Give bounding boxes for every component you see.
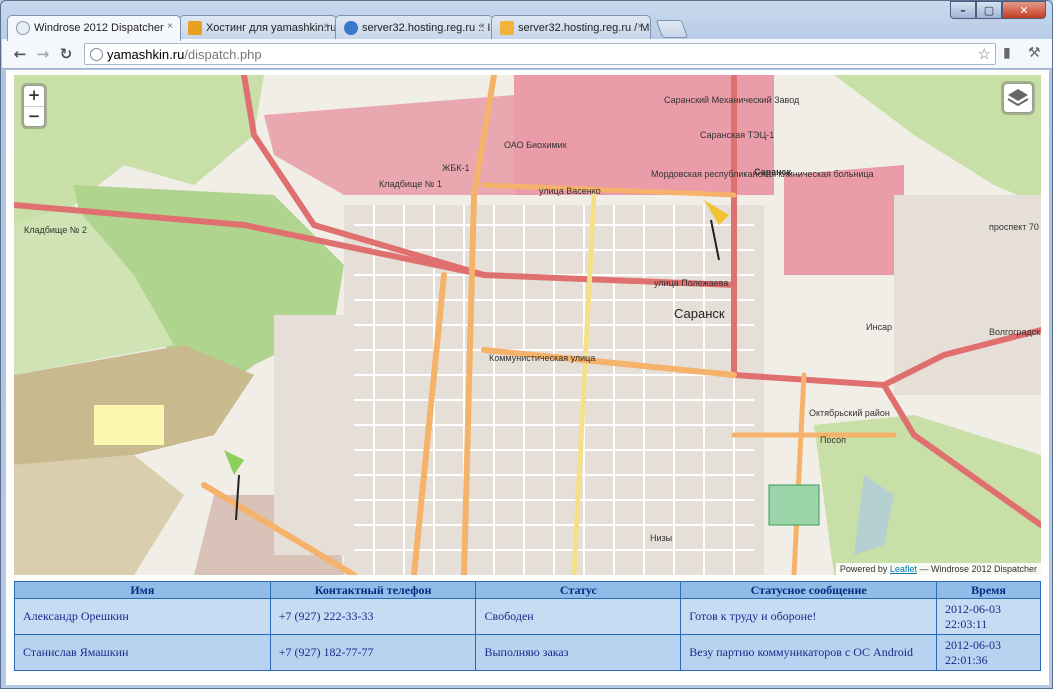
map-label: Кладбище № 1 bbox=[379, 179, 442, 189]
reload-icon[interactable]: ↻ bbox=[56, 44, 76, 64]
tab-hosting[interactable]: Хостинг для yamashkin.ru - × bbox=[179, 15, 337, 40]
map-label: улица Полежаева bbox=[654, 278, 729, 288]
map-label: ЖБК-1 bbox=[442, 163, 470, 173]
driver-name: Александр Орешкин bbox=[14, 598, 271, 635]
map-label: Саранская ТЭЦ-1 bbox=[700, 130, 775, 140]
table-row[interactable]: Станислав Ямашкин +7 (927) 182-77-77 Вып… bbox=[14, 634, 1041, 671]
isp-icon bbox=[344, 21, 358, 35]
map-label: Низы bbox=[650, 533, 673, 543]
tab-isp[interactable]: server32.hosting.reg.ru :: ISP × bbox=[335, 15, 493, 40]
map-label: Посоп bbox=[820, 435, 846, 445]
map-label: Инсар bbox=[866, 322, 892, 332]
map-label: Октябрьский район bbox=[809, 408, 890, 418]
tab-label: server32.hosting.reg.ru / My bbox=[518, 22, 651, 34]
attribution-prefix: Powered by bbox=[839, 564, 890, 574]
browser-window: – ▢ ✕ Windrose 2012 Dispatcher × Хостинг… bbox=[0, 0, 1053, 689]
tab-dispatcher[interactable]: Windrose 2012 Dispatcher × bbox=[7, 15, 181, 41]
globe-icon bbox=[16, 21, 30, 35]
close-window-button[interactable]: ✕ bbox=[1002, 1, 1046, 19]
table-header-row: Имя Контактный телефон Статус Статусное … bbox=[14, 581, 1041, 599]
zoom-control: + − bbox=[23, 85, 45, 127]
layers-icon[interactable] bbox=[1003, 83, 1033, 113]
table-row[interactable]: Александр Орешкин +7 (927) 222-33-33 Сво… bbox=[14, 598, 1041, 635]
driver-phone: +7 (927) 182-77-77 bbox=[269, 634, 477, 671]
driver-status: Свободен bbox=[475, 598, 682, 635]
tab-label: Хостинг для yamashkin.ru - bbox=[206, 22, 337, 34]
col-name-header: Имя bbox=[14, 581, 271, 599]
map-label: проспект 70 лет bbox=[989, 222, 1041, 232]
driver-message: Готов к труду и обороне! bbox=[680, 598, 938, 635]
map-label: улица Васенко bbox=[539, 186, 601, 196]
map-attribution: Powered by Leaflet — Windrose 2012 Dispa… bbox=[835, 563, 1041, 575]
leaflet-link[interactable]: Leaflet bbox=[890, 564, 917, 574]
col-status-header: Статус bbox=[475, 581, 682, 599]
map[interactable]: Саранск улица Васенко улица Полежаева Ко… bbox=[14, 75, 1041, 575]
col-phone-header: Контактный телефон bbox=[269, 581, 477, 599]
driver-phone: +7 (927) 222-33-33 bbox=[269, 598, 477, 635]
map-label: Коммунистическая улица bbox=[489, 353, 596, 363]
col-message-header: Статусное сообщение bbox=[680, 581, 938, 599]
map-label-city: Саранск bbox=[674, 306, 725, 321]
driver-time: 2012-06-03 22:01:36 bbox=[936, 634, 1041, 671]
close-tab-icon[interactable]: × bbox=[637, 21, 643, 32]
bookmark-star-icon[interactable]: ☆ bbox=[978, 45, 991, 63]
back-icon[interactable]: ← bbox=[10, 44, 30, 64]
driver-name: Станислав Ямашкин bbox=[14, 634, 271, 671]
col-time-header: Время bbox=[936, 581, 1041, 599]
drivers-table: Имя Контактный телефон Статус Статусное … bbox=[14, 581, 1041, 671]
zoom-out-button[interactable]: − bbox=[24, 106, 44, 126]
tab-phpmyadmin[interactable]: server32.hosting.reg.ru / My × bbox=[491, 15, 651, 40]
attribution-suffix: — Windrose 2012 Dispatcher bbox=[916, 564, 1037, 574]
zoom-in-button[interactable]: + bbox=[24, 86, 44, 106]
driver-message: Везу партию коммуникаторов с ОС Android bbox=[680, 634, 938, 671]
new-tab-button[interactable] bbox=[655, 20, 689, 38]
driver-time: 2012-06-03 22:03:11 bbox=[936, 598, 1041, 635]
close-tab-icon[interactable]: × bbox=[167, 21, 173, 32]
map-label: Саранский Механический Завод bbox=[664, 95, 800, 105]
wrench-icon[interactable]: ⚒ bbox=[1028, 45, 1041, 61]
page-content: Саранск улица Васенко улица Полежаева Ко… bbox=[6, 70, 1049, 685]
address-host: yamashkin.ru bbox=[107, 47, 185, 62]
hosting-icon bbox=[188, 21, 202, 35]
tab-label: server32.hosting.reg.ru :: ISP bbox=[362, 22, 493, 34]
pma-icon bbox=[500, 21, 514, 35]
tab-label: Windrose 2012 Dispatcher bbox=[34, 22, 164, 34]
forward-icon[interactable]: → bbox=[33, 44, 53, 64]
map-label: ОАО Биохимик bbox=[504, 140, 567, 150]
address-bar[interactable]: yamashkin.ru/dispatch.php ☆ bbox=[84, 43, 996, 65]
map-label: Саранск bbox=[754, 167, 792, 177]
browser-toolbar: ← → ↻ yamashkin.ru/dispatch.php ☆ ▮ ⚒ bbox=[2, 39, 1052, 69]
map-label: Волгоградская bbox=[989, 327, 1041, 337]
address-path: /dispatch.php bbox=[184, 47, 262, 62]
map-label: Кладбище № 2 bbox=[24, 225, 87, 235]
tab-strip: Windrose 2012 Dispatcher × Хостинг для y… bbox=[7, 15, 967, 41]
close-tab-icon[interactable]: × bbox=[479, 21, 485, 32]
maximize-button[interactable]: ▢ bbox=[976, 1, 1002, 19]
driver-status: Выполняю заказ bbox=[475, 634, 682, 671]
signal-icon[interactable]: ▮ bbox=[1003, 45, 1011, 61]
close-tab-icon[interactable]: × bbox=[323, 21, 329, 32]
page-icon bbox=[90, 48, 103, 61]
